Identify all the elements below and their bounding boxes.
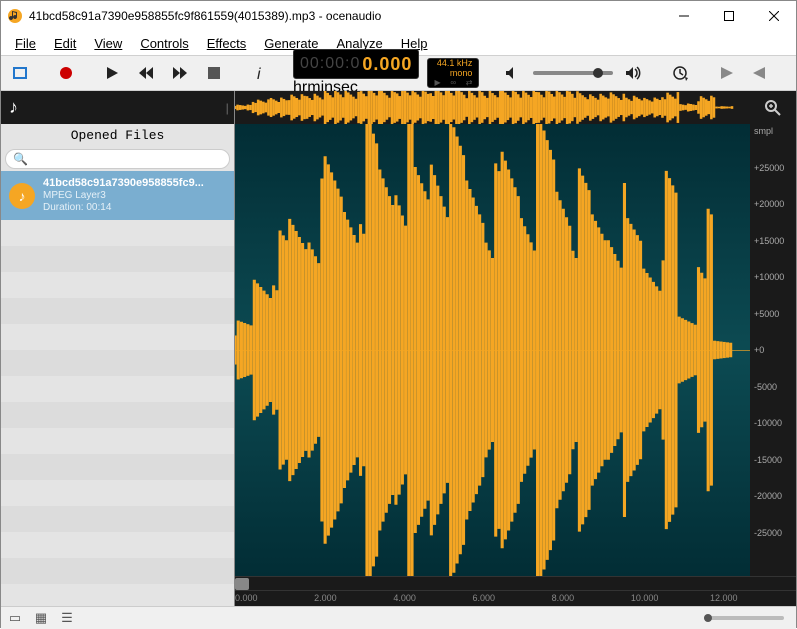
forward-button[interactable] [167,60,193,86]
statusbar: ▭ ▦ ☰ [1,606,796,629]
amplitude-ruler: smpl+25000+20000+15000+10000+5000+0-5000… [750,124,796,576]
file-name: 41bcd58c91a7390e958855fc9... [43,177,208,190]
volume-up-icon[interactable] [621,60,647,86]
app-icon [7,8,23,24]
info-button[interactable]: i [247,60,273,86]
titlebar: 41bcd58c91a7390e958855fc9f861559(4015389… [1,1,796,31]
toolbar: i 00:00:00.000 hrminsec 44.1 kHz mono ▶∞… [1,55,796,91]
menu-edit[interactable]: Edit [46,34,84,53]
time-display: 00:00:00.000 hrminsec [293,49,419,97]
window-controls [661,1,796,31]
search-input[interactable] [5,149,230,169]
view-grid-button[interactable]: ▦ [33,610,49,626]
ruler-unit: smpl [754,126,792,136]
time-bright: 0.000 [362,54,412,75]
time-dim: 00:00:0 [300,55,360,73]
svg-text:i: i [257,66,261,81]
scrollbar-thumb[interactable] [235,578,249,590]
file-duration: Duration: 00:14 [43,202,208,214]
sidebar-search: 🔍 [5,149,230,169]
stop-button[interactable] [201,60,227,86]
zoom-in-button[interactable] [750,91,796,124]
loop-region-button[interactable] [7,60,33,86]
sidebar-empty-list [1,220,234,606]
minimize-button[interactable] [661,1,706,31]
menu-file[interactable]: File [7,34,44,53]
view-single-button[interactable]: ▭ [7,610,23,626]
undo-button[interactable] [713,60,739,86]
file-codec: MPEG Layer3 [43,190,208,202]
play-button[interactable] [99,60,125,86]
record-button[interactable] [53,60,79,86]
file-item[interactable]: ♪ 41bcd58c91a7390e958855fc9... MPEG Laye… [1,171,234,220]
sidebar: ♪ ||| Opened Files 🔍 ♪ 41bcd58c91a7390e9… [1,91,235,606]
music-note-icon: ♪ [9,97,18,118]
rewind-button[interactable] [133,60,159,86]
search-icon: 🔍 [13,152,28,166]
waveform-overview[interactable] [235,91,750,124]
format-display: 44.1 kHz mono ▶∞⇄ [427,58,479,88]
waveform-area: smpl+25000+20000+15000+10000+5000+0-5000… [235,91,796,606]
sidebar-title: Opened Files [1,124,234,147]
main-area: ♪ ||| Opened Files 🔍 ♪ 41bcd58c91a7390e9… [1,91,796,606]
sidebar-header: ♪ ||| [1,91,234,124]
zoom-slider[interactable] [704,616,784,620]
volume-slider[interactable] [533,71,613,75]
waveform-scrollbar[interactable] [235,576,750,590]
time-axis: 0.0002.0004.0006.0008.00010.00012.000 [235,590,750,606]
close-button[interactable] [751,1,796,31]
redo-button[interactable] [747,60,773,86]
file-music-icon: ♪ [9,183,35,209]
waveform-canvas[interactable] [235,124,750,576]
history-button[interactable] [667,60,693,86]
window-title: 41bcd58c91a7390e958855fc9f861559(4015389… [29,9,661,23]
menu-effects[interactable]: Effects [199,34,255,53]
menu-view[interactable]: View [86,34,130,53]
volume-down-icon[interactable] [499,60,525,86]
maximize-button[interactable] [706,1,751,31]
menu-controls[interactable]: Controls [132,34,196,53]
view-columns-button[interactable]: ☰ [59,610,75,626]
